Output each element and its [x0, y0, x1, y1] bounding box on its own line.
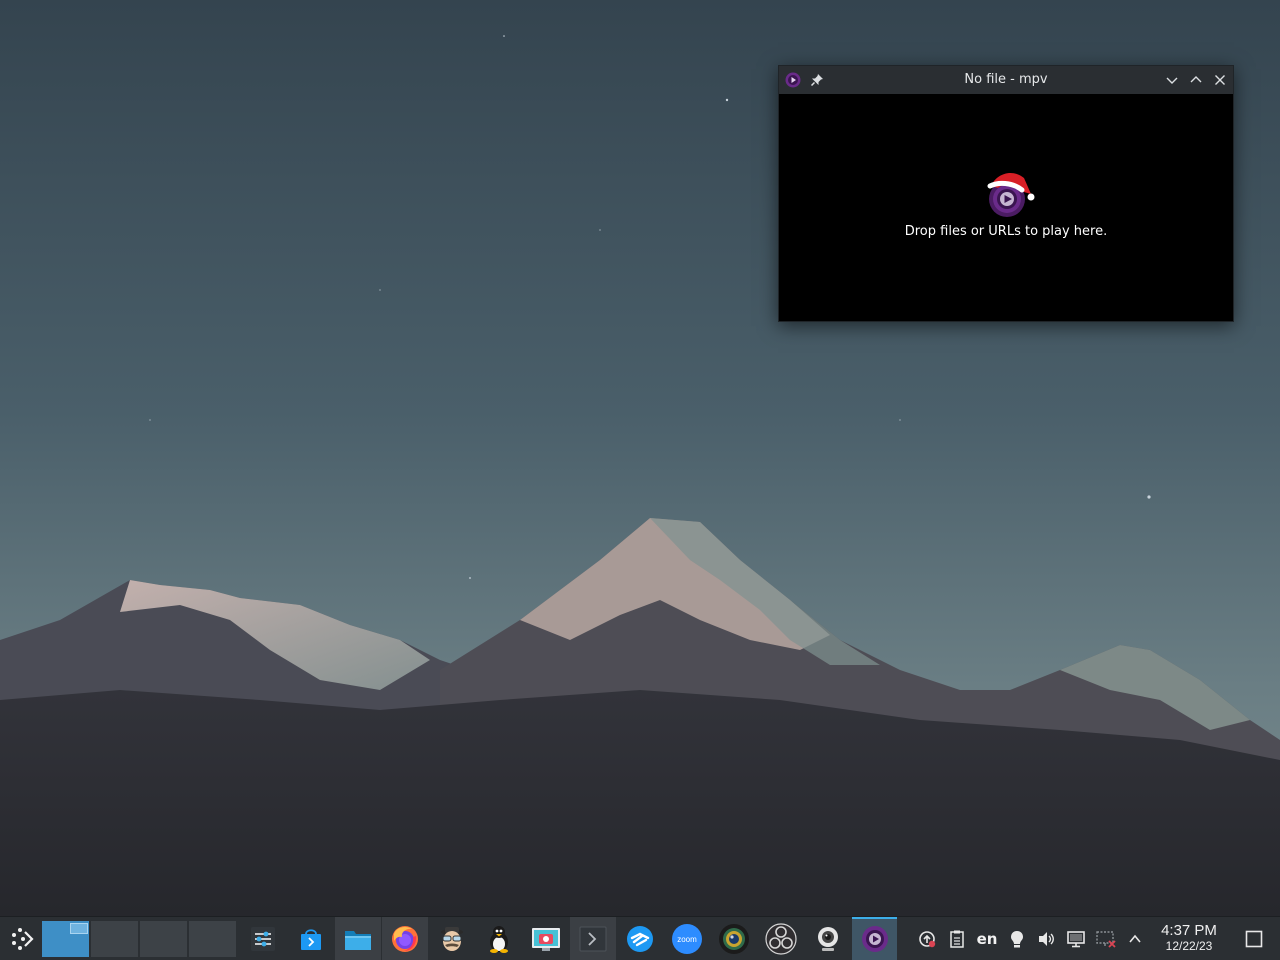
keyboard-layout-indicator[interactable]: en [974, 929, 1000, 949]
taskbar: zoom en 4:37 PM 12/22/23 [0, 916, 1280, 960]
pager-window-thumbnail [70, 923, 88, 934]
drop-hint-text: Drop files or URLs to play here. [904, 224, 1108, 239]
video-area[interactable]: Drop files or URLs to play here. [779, 94, 1233, 321]
tux-linux-icon[interactable] [476, 917, 522, 960]
close-icon[interactable] [1210, 70, 1230, 90]
mpv-icon[interactable] [852, 917, 897, 960]
minimize-icon[interactable] [1162, 70, 1182, 90]
update-icon[interactable] [915, 927, 939, 951]
dolphin-file-manager-icon[interactable] [335, 917, 381, 960]
kde-launcher-icon[interactable] [4, 917, 40, 960]
display-icon[interactable] [1064, 927, 1088, 951]
zoom-icon[interactable]: zoom [664, 917, 710, 960]
virtual-desktop-2[interactable] [91, 921, 138, 957]
tray-expand-icon[interactable] [1123, 927, 1147, 951]
night-light-icon[interactable] [1005, 927, 1029, 951]
system-settings-icon[interactable] [240, 917, 286, 960]
terminal-icon[interactable] [570, 917, 616, 960]
zoom-label: zoom [677, 935, 697, 944]
clipboard-icon[interactable] [945, 927, 969, 951]
spy-agent-icon[interactable] [429, 917, 475, 960]
window-titlebar[interactable]: No file - mpv [779, 66, 1233, 94]
clock-date: 12/22/23 [1165, 939, 1213, 953]
show-desktop-icon[interactable] [1236, 921, 1272, 957]
virtual-desktop-4[interactable] [189, 921, 236, 957]
obs-studio-icon[interactable] [758, 917, 804, 960]
network-disconnected-icon[interactable] [1094, 927, 1118, 951]
screenshot-app-icon[interactable] [523, 917, 569, 960]
mpv-logo-icon [986, 170, 1036, 220]
virtual-desktop-3[interactable] [140, 921, 187, 957]
mpv-window[interactable]: No file - mpv Drop files or URLs to play… [778, 65, 1234, 322]
maximize-icon[interactable] [1186, 70, 1206, 90]
firefox-icon[interactable] [382, 917, 428, 960]
camera-lens-icon[interactable] [711, 917, 757, 960]
volume-icon[interactable] [1034, 927, 1058, 951]
kdeconnect-icon[interactable] [617, 917, 663, 960]
digital-clock[interactable]: 4:37 PM 12/22/23 [1152, 922, 1226, 958]
discover-store-icon[interactable] [288, 917, 334, 960]
virtual-desktop-1[interactable] [42, 921, 89, 957]
clock-time: 4:37 PM [1161, 922, 1217, 939]
webcam-icon[interactable] [805, 917, 851, 960]
